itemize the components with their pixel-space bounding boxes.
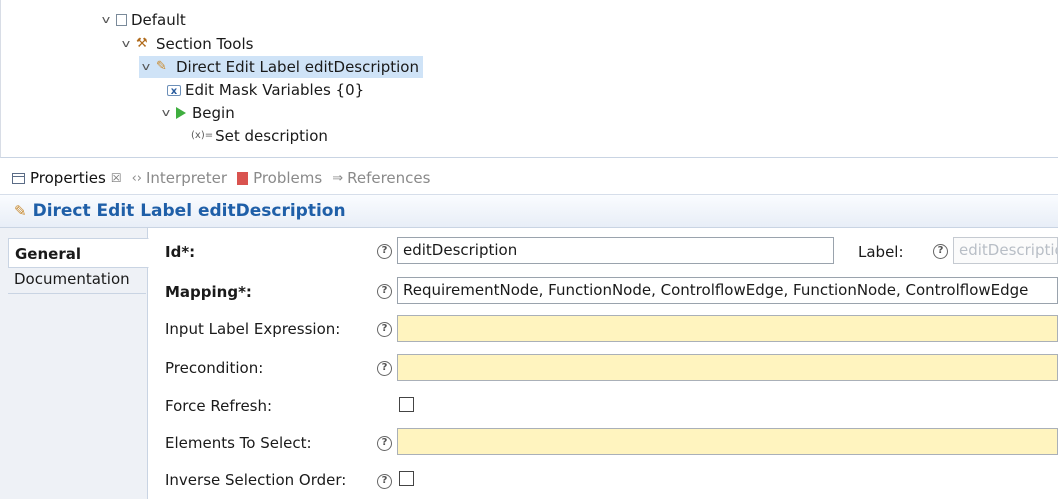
tree-panel: v Default v ⚒ Section Tools v ✎ Direct E… bbox=[0, 0, 1058, 158]
force-refresh-checkbox[interactable] bbox=[399, 397, 414, 412]
pencil-icon: ✎ bbox=[156, 59, 167, 74]
tree-item-label: Begin bbox=[192, 104, 235, 122]
tab-properties[interactable]: Properties ☒ bbox=[12, 169, 122, 187]
input-label-expression-label: Input Label Expression: bbox=[165, 320, 341, 338]
force-refresh-label: Force Refresh: bbox=[165, 397, 273, 415]
tree-item-section-tools[interactable]: v ⚒ Section Tools bbox=[117, 33, 254, 55]
tab-label: Problems bbox=[253, 169, 323, 187]
tab-references[interactable]: ⇒ References bbox=[332, 169, 430, 187]
set-icon: (x)= bbox=[191, 130, 214, 141]
tree-item-label: Direct Edit Label editDescription bbox=[176, 58, 419, 76]
problems-icon bbox=[237, 171, 249, 185]
tab-interpreter[interactable]: ‹› Interpreter bbox=[132, 169, 227, 187]
help-icon[interactable]: ? bbox=[377, 474, 392, 489]
mapping-field[interactable]: RequirementNode, FunctionNode, Controlfl… bbox=[397, 277, 1058, 304]
elements-to-select-label: Elements To Select: bbox=[165, 434, 312, 452]
tab-label: Properties bbox=[30, 169, 106, 187]
elements-to-select-field[interactable] bbox=[397, 428, 1058, 455]
precondition-label: Precondition: bbox=[165, 359, 264, 377]
help-icon[interactable]: ? bbox=[933, 244, 948, 259]
tree-item-label: Edit Mask Variables {0} bbox=[185, 81, 365, 99]
chevron-down-icon[interactable]: v bbox=[117, 33, 135, 55]
precondition-field[interactable] bbox=[397, 354, 1058, 381]
view-tab-bar: Properties ☒ ‹› Interpreter Problems ⇒ R… bbox=[0, 165, 1058, 191]
label-field[interactable]: editDescriptio bbox=[953, 237, 1058, 264]
help-icon[interactable]: ? bbox=[377, 322, 392, 337]
tree-item-default[interactable]: v Default bbox=[99, 9, 186, 31]
help-icon[interactable]: ? bbox=[377, 244, 392, 259]
tree-item-edit-mask-variables[interactable]: x Edit Mask Variables {0} bbox=[167, 79, 364, 101]
section-tabs: General Documentation bbox=[0, 228, 149, 499]
inverse-selection-order-label: Inverse Selection Order: bbox=[165, 471, 347, 489]
chevron-down-icon[interactable]: v bbox=[137, 56, 155, 78]
tab-label: Interpreter bbox=[145, 169, 228, 187]
tab-label: References bbox=[347, 169, 431, 187]
properties-header: ✎ Direct Edit Label editDescription bbox=[0, 194, 1058, 228]
close-icon[interactable]: ☒ bbox=[111, 171, 122, 185]
inverse-selection-order-checkbox[interactable] bbox=[399, 471, 414, 486]
begin-icon bbox=[176, 107, 186, 119]
tools-icon: ⚒ bbox=[136, 36, 148, 51]
interpreter-icon: ‹› bbox=[131, 170, 142, 186]
pencil-icon: ✎ bbox=[14, 202, 27, 220]
tree-item-direct-edit-label[interactable]: v ✎ Direct Edit Label editDescription bbox=[139, 56, 423, 78]
tree-item-set-description[interactable]: (x)= Set description bbox=[191, 125, 328, 147]
chevron-down-icon[interactable]: v bbox=[97, 9, 115, 31]
tab-problems[interactable]: Problems bbox=[237, 169, 322, 187]
help-icon[interactable]: ? bbox=[377, 361, 392, 376]
chevron-down-icon[interactable]: v bbox=[157, 102, 175, 124]
tree-item-label: Section Tools bbox=[156, 35, 254, 53]
tree-item-begin[interactable]: v Begin bbox=[159, 102, 235, 124]
mask-icon: x bbox=[167, 84, 181, 97]
references-icon: ⇒ bbox=[332, 170, 344, 186]
properties-icon bbox=[12, 172, 25, 184]
input-label-expression-field[interactable] bbox=[397, 315, 1058, 342]
mapping-label: Mapping*: bbox=[165, 283, 252, 301]
id-label: Id*: bbox=[165, 243, 196, 261]
help-icon[interactable]: ? bbox=[377, 284, 392, 299]
default-icon bbox=[116, 14, 127, 26]
id-field[interactable]: editDescription bbox=[397, 237, 834, 264]
tab-documentation[interactable]: Documentation bbox=[8, 264, 146, 294]
page-title: Direct Edit Label editDescription bbox=[32, 201, 346, 221]
tree-item-label: Set description bbox=[215, 127, 328, 145]
help-icon[interactable]: ? bbox=[377, 436, 392, 451]
label-label: Label: bbox=[858, 243, 904, 261]
tree-item-label: Default bbox=[131, 11, 186, 29]
